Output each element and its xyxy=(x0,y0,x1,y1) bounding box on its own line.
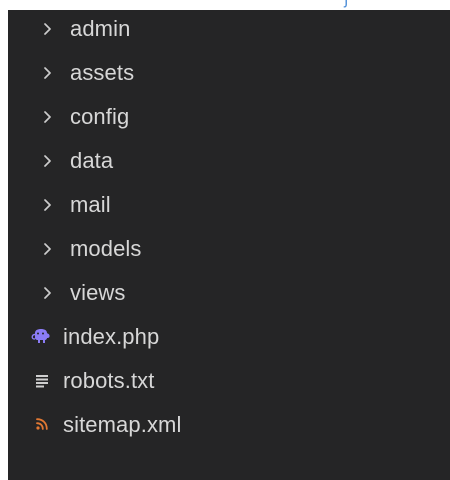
tree-item-mail[interactable]: mail xyxy=(8,183,450,227)
chevron-right-icon xyxy=(44,111,51,123)
chevron-slot xyxy=(8,51,70,95)
chevron-right-icon xyxy=(44,199,51,211)
tree-item-label: config xyxy=(70,104,130,129)
chevron-slot xyxy=(8,271,70,315)
php-file-icon xyxy=(31,329,50,343)
tree-item-label: assets xyxy=(70,60,135,85)
tree-item-label: index.php xyxy=(63,324,160,349)
tree-item-label: admin xyxy=(70,16,131,41)
chevron-slot xyxy=(8,183,70,227)
chevron-right-icon xyxy=(44,23,51,35)
tree-item-assets[interactable]: assets xyxy=(8,51,450,95)
tree-item-models[interactable]: models xyxy=(8,227,450,271)
chevron-slot xyxy=(8,227,70,271)
tree-item-admin[interactable]: admin xyxy=(8,7,450,51)
tree-item-views[interactable]: views xyxy=(8,271,450,315)
file-explorer-panel: admin assets config data mail models vie… xyxy=(8,10,450,480)
tree-item-label: models xyxy=(70,236,142,261)
tree-item-label: mail xyxy=(70,192,111,217)
chevron-slot xyxy=(8,7,70,51)
file-icon-slot xyxy=(8,403,70,447)
tree-item-label: data xyxy=(70,148,114,173)
tree-item-config[interactable]: config xyxy=(8,95,450,139)
tree-item-sitemap-xml[interactable]: sitemap.xml xyxy=(8,403,450,447)
chevron-right-icon xyxy=(44,243,51,255)
chevron-right-icon xyxy=(44,67,51,79)
chevron-slot xyxy=(8,95,70,139)
top-fragment-icon: j xyxy=(344,0,356,7)
chevron-right-icon xyxy=(44,287,51,299)
screenshot-frame: j admin assets xyxy=(0,0,450,480)
tree-item-label: sitemap.xml xyxy=(63,412,182,437)
text-file-icon xyxy=(36,375,48,388)
chevron-right-icon xyxy=(44,155,51,167)
file-icon-slot xyxy=(8,315,70,359)
tree-item-index-php[interactable]: index.php xyxy=(8,315,450,359)
rss-file-icon xyxy=(36,418,48,430)
tree-item-robots-txt[interactable]: robots.txt xyxy=(8,359,450,403)
tree-item-data[interactable]: data xyxy=(8,139,450,183)
tree-item-label: views xyxy=(70,280,126,305)
chevron-slot xyxy=(8,139,70,183)
file-icon-slot xyxy=(8,359,70,403)
tree-item-label: robots.txt xyxy=(63,368,155,393)
file-tree: admin assets config data mail models vie… xyxy=(8,10,450,450)
